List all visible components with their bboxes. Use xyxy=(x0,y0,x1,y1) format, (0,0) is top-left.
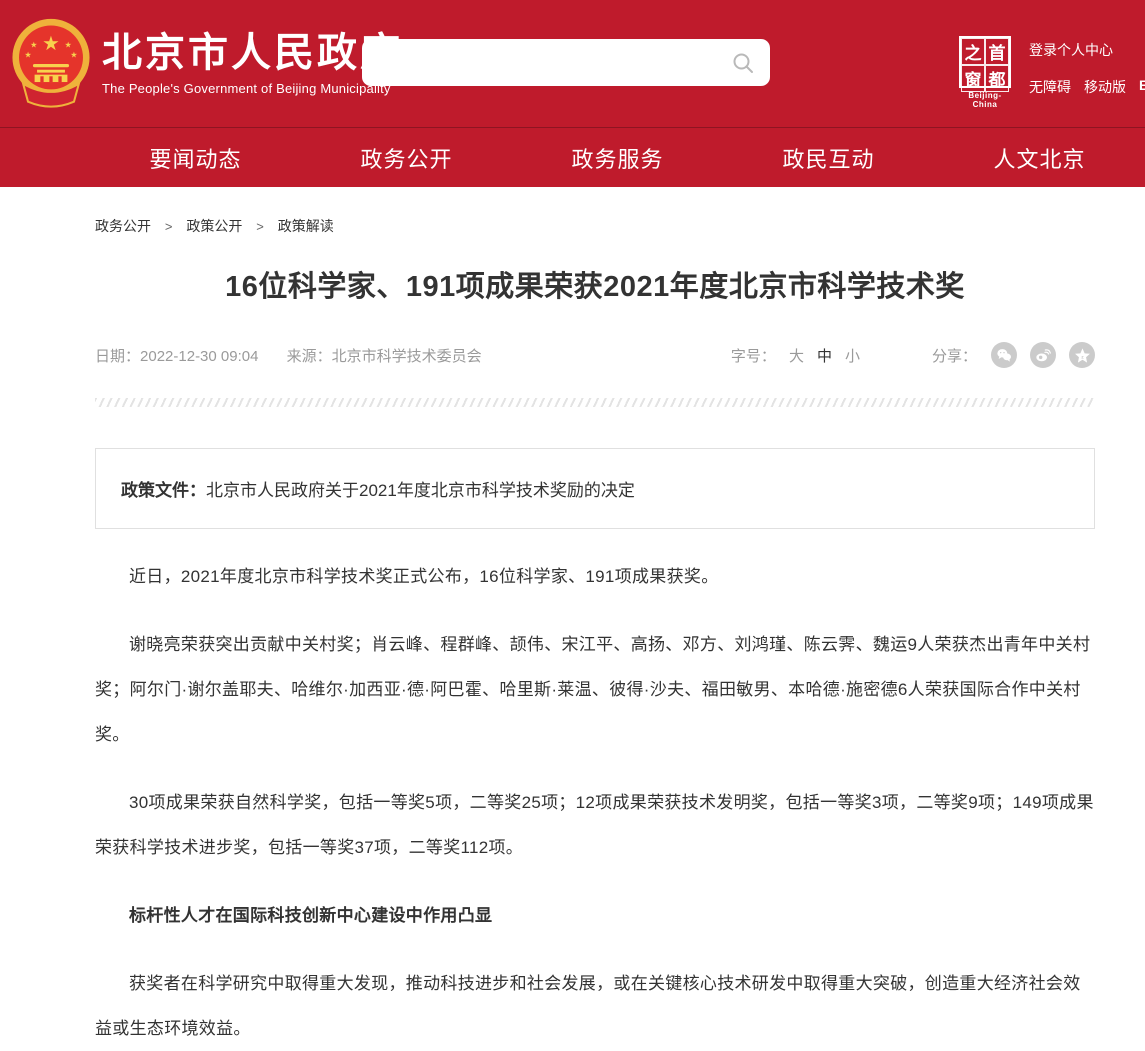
capital-char: 之 xyxy=(961,38,985,65)
svg-text:★: ★ xyxy=(30,40,37,49)
capital-char: 都 xyxy=(985,65,1009,92)
site-title: 北京市人民政府 xyxy=(102,31,403,75)
article-meta-right: 字号： 大 中 小 分享： xyxy=(731,342,1095,368)
breadcrumb-item-gov-affairs[interactable]: 政务公开 xyxy=(95,218,151,234)
date-label: 日期： xyxy=(95,348,140,365)
article-meta-left: 日期：2022-12-30 09:04 来源：北京市科学技术委员会 xyxy=(95,345,482,366)
svg-text:★: ★ xyxy=(65,40,72,49)
nav-item-humanistic-beijing[interactable]: 人文北京 xyxy=(934,142,1145,174)
breadcrumb-item-policy-interpretation: 政策解读 xyxy=(278,218,334,234)
site-header: ★ ★ ★ ★ ★ 北京市人民政府 The People's Governmen… xyxy=(0,0,1145,128)
policy-file-label: 政策文件： xyxy=(121,481,206,500)
search-button[interactable] xyxy=(732,52,754,74)
fontsize-label: 字号： xyxy=(731,345,776,366)
breadcrumb-separator: > xyxy=(165,219,173,234)
breadcrumb-item-policy-disclosure[interactable]: 政策公开 xyxy=(186,218,242,234)
page-content: 政务公开 > 政策公开 > 政策解读 16位科学家、191项成果荣获2021年度… xyxy=(95,187,1095,1051)
article-subheading: 标杆性人才在国际科技创新中心建设中作用凸显 xyxy=(95,893,1095,938)
accessibility-link[interactable]: 无障碍 xyxy=(1029,77,1071,97)
header-links: 登录个人中心 无障碍 移动版 EN xyxy=(1029,40,1145,97)
login-link[interactable]: 登录个人中心 xyxy=(1029,42,1113,58)
article-paragraph: 近日，2021年度北京市科学技术奖正式公布，16位科学家、191项成果获奖。 xyxy=(95,554,1095,599)
weibo-share-icon[interactable] xyxy=(1030,342,1056,368)
share-icons: z xyxy=(991,342,1095,368)
article-body: 近日，2021年度北京市科学技术奖正式公布，16位科学家、191项成果获奖。 谢… xyxy=(95,554,1095,1051)
policy-file-box: 政策文件：北京市人民政府关于2021年度北京市科学技术奖励的决定 xyxy=(95,448,1095,529)
article-paragraph: 获奖者在科学研究中取得重大发现，推动科技进步和社会发展，或在关键核心技术研发中取… xyxy=(95,961,1095,1051)
nav-item-interaction[interactable]: 政民互动 xyxy=(723,142,934,174)
article-meta: 日期：2022-12-30 09:04 来源：北京市科学技术委员会 字号： 大 … xyxy=(95,342,1095,368)
capital-window-logo[interactable]: 之 首 窗 都 Beijing-China xyxy=(958,36,1012,109)
fontsize-medium-button[interactable]: 中 xyxy=(817,345,832,366)
share-label: 分享： xyxy=(932,345,977,366)
article-paragraph: 谢晓亮荣获突出贡献中关村奖；肖云峰、程群峰、颉伟、宋江平、高扬、邓方、刘鸿瑾、陈… xyxy=(95,622,1095,757)
nav-item-news[interactable]: 要闻动态 xyxy=(90,142,301,174)
svg-text:★: ★ xyxy=(70,50,77,59)
fontsize-large-button[interactable]: 大 xyxy=(789,345,804,366)
article-date: 2022-12-30 09:04 xyxy=(140,348,258,365)
nav-item-gov-services[interactable]: 政务服务 xyxy=(512,142,723,174)
breadcrumb: 政务公开 > 政策公开 > 政策解读 xyxy=(95,187,1095,236)
site-logo[interactable]: ★ ★ ★ ★ ★ 北京市人民政府 The People's Governmen… xyxy=(10,18,403,110)
capital-window-caption: Beijing-China xyxy=(958,91,1012,109)
capital-char: 窗 xyxy=(961,65,985,92)
brand-text: 北京市人民政府 The People's Government of Beiji… xyxy=(102,31,403,96)
policy-file-link[interactable]: 北京市人民政府关于2021年度北京市科学技术奖励的决定 xyxy=(206,481,635,500)
wechat-share-icon[interactable] xyxy=(991,342,1017,368)
hatched-divider xyxy=(95,398,1095,407)
mobile-version-link[interactable]: 移动版 xyxy=(1084,77,1126,97)
english-link[interactable]: EN xyxy=(1139,77,1145,97)
qzone-share-icon[interactable]: z xyxy=(1069,342,1095,368)
nav-item-gov-affairs[interactable]: 政务公开 xyxy=(301,142,512,174)
site-subtitle: The People's Government of Beijing Munic… xyxy=(102,81,403,96)
svg-text:★: ★ xyxy=(42,33,60,55)
article-source: 北京市科学技术委员会 xyxy=(332,348,482,365)
china-national-emblem-icon: ★ ★ ★ ★ ★ xyxy=(10,18,92,110)
article-title: 16位科学家、191项成果荣获2021年度北京市科学技术奖 xyxy=(95,263,1095,305)
search-input[interactable] xyxy=(362,39,770,86)
fontsize-small-button[interactable]: 小 xyxy=(845,345,860,366)
main-nav: 要闻动态 政务公开 政务服务 政民互动 人文北京 xyxy=(0,128,1145,187)
source-label: 来源： xyxy=(287,348,332,365)
breadcrumb-separator: > xyxy=(256,219,264,234)
capital-window-grid: 之 首 窗 都 xyxy=(959,36,1011,88)
article-paragraph: 30项成果荣获自然科学奖，包括一等奖5项，二等奖25项；12项成果荣获技术发明奖… xyxy=(95,780,1095,870)
search-box xyxy=(362,39,770,86)
svg-text:★: ★ xyxy=(24,50,31,59)
search-icon xyxy=(732,52,754,74)
capital-char: 首 xyxy=(985,38,1009,65)
